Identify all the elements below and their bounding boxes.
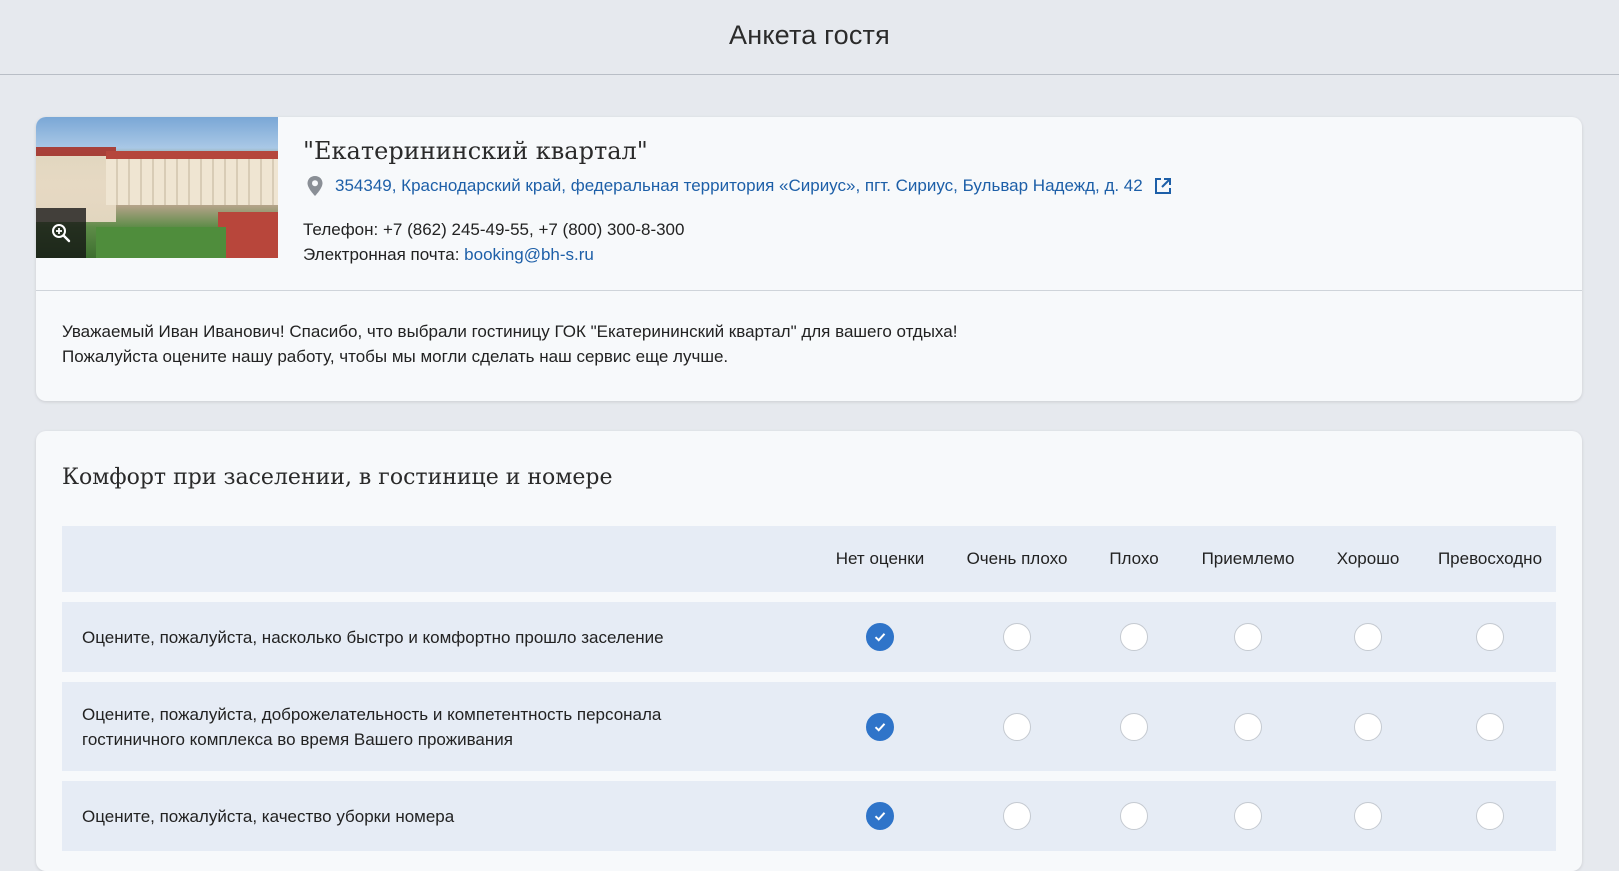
column-very-bad: Очень плохо (966, 549, 1068, 568)
photo-lawn (96, 227, 226, 258)
radio-very-bad[interactable] (1003, 712, 1031, 741)
phone-label: Телефон: (303, 220, 379, 239)
radio-no-rating[interactable] (866, 623, 894, 651)
email-row: Электронная почта: booking@bh-s.ru (303, 242, 1173, 267)
section-title: Комфорт при заселении, в гостинице и ном… (62, 465, 613, 490)
address-link[interactable]: 354349, Краснодарский край, федеральная … (335, 176, 1143, 196)
column-bad: Плохо (1109, 549, 1159, 568)
question-text: Оцените, пожалуйста, качество уборки ном… (82, 806, 455, 826)
radio-very-bad[interactable] (1003, 623, 1031, 651)
photo-building-right (218, 212, 278, 258)
welcome-line-2: Пожалуйста оцените нашу работу, чтобы мы… (62, 347, 729, 366)
rating-card: Комфорт при заселении, в гостинице и ном… (36, 431, 1582, 871)
radio-excellent[interactable] (1476, 712, 1504, 741)
hotel-name: "Екатерининский квартал" (303, 137, 648, 165)
question-row: Оцените, пожалуйста, качество уборки ном… (62, 781, 1556, 851)
address-row: 354349, Краснодарский край, федеральная … (305, 175, 1173, 197)
question-row: Оцените, пожалуйста, насколько быстро и … (62, 602, 1556, 672)
column-good: Хорошо (1336, 549, 1400, 568)
hotel-photo[interactable] (36, 117, 278, 258)
radio-bad[interactable] (1120, 802, 1148, 830)
question-text-line-2: гостиничного комплекса во время Вашего п… (82, 729, 513, 749)
phone-row: Телефон: +7 (862) 245-49-55, +7 (800) 30… (303, 217, 1173, 242)
phone-value: +7 (862) 245-49-55, +7 (800) 300-8-300 (382, 220, 685, 239)
check-icon (874, 633, 886, 642)
page-title: Анкета гостя (729, 19, 890, 50)
radio-good[interactable] (1354, 802, 1382, 830)
radio-bad[interactable] (1120, 712, 1148, 741)
radio-excellent[interactable] (1476, 623, 1504, 651)
top-bar: Анкета гостя (0, 0, 1619, 75)
radio-excellent[interactable] (1476, 802, 1504, 830)
radio-acceptable[interactable] (1234, 802, 1262, 830)
contacts: Телефон: +7 (862) 245-49-55, +7 (800) 30… (303, 217, 1173, 267)
radio-acceptable[interactable] (1234, 623, 1262, 651)
radio-good[interactable] (1354, 623, 1382, 651)
hotel-card: "Екатерининский квартал" 354349, Краснод… (36, 117, 1582, 401)
hotel-header: "Екатерининский квартал" 354349, Краснод… (36, 117, 1582, 291)
radio-good[interactable] (1354, 712, 1382, 741)
question-text: Оцените, пожалуйста, доброжелательность … (62, 702, 810, 752)
email-link[interactable]: booking@bh-s.ru (464, 245, 594, 264)
column-no-rating: Нет оценки (835, 549, 925, 568)
radio-no-rating[interactable] (866, 712, 894, 741)
radio-acceptable[interactable] (1234, 712, 1262, 741)
external-link-icon[interactable] (1153, 176, 1173, 196)
column-excellent: Превосходно (1437, 549, 1543, 568)
check-icon (874, 722, 886, 732)
rating-header-row: Нет оценки Очень плохо Плохо Приемлемо Х… (62, 526, 1556, 592)
radio-very-bad[interactable] (1003, 802, 1031, 830)
email-label: Электронная почта: (303, 245, 460, 264)
map-pin-icon (307, 176, 323, 196)
radio-bad[interactable] (1120, 623, 1148, 651)
welcome-line-1: Уважаемый Иван Иванович! Спасибо, что вы… (62, 322, 958, 341)
hotel-info: "Екатерининский квартал" 354349, Краснод… (303, 137, 1173, 267)
check-icon (874, 812, 886, 821)
question-row: Оцените, пожалуйста, доброжелательность … (62, 682, 1556, 771)
radio-no-rating[interactable] (866, 802, 894, 830)
photo-building-center (106, 151, 278, 205)
column-acceptable: Приемлемо (1201, 549, 1295, 568)
zoom-in-icon (52, 224, 71, 243)
zoom-photo-button[interactable] (36, 208, 86, 258)
welcome-message: Уважаемый Иван Иванович! Спасибо, что вы… (36, 291, 1582, 397)
question-text-line-1: Оцените, пожалуйста, доброжелательность … (82, 704, 662, 724)
question-text: Оцените, пожалуйста, насколько быстро и … (82, 627, 664, 647)
